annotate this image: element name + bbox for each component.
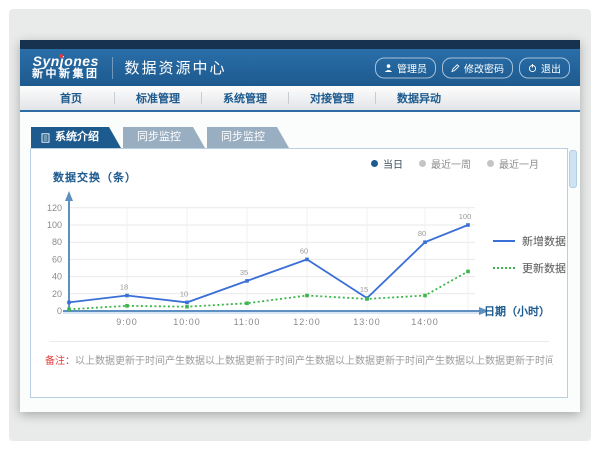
legend-update-data-label: 更新数据 — [522, 260, 566, 276]
svg-text:18: 18 — [120, 283, 128, 292]
legend-update-data[interactable]: 更新数据 — [493, 260, 566, 276]
logout-label: 退出 — [541, 60, 561, 75]
app-title: 数据资源中心 — [125, 57, 227, 78]
legend-new-data-label: 新增数据 — [522, 233, 566, 249]
main-nav: 首页 标准管理 系统管理 对接管理 数据异动 — [20, 86, 580, 112]
logout-button[interactable]: 退出 — [519, 57, 570, 78]
logo-chinese-name: 新中新集团 — [32, 69, 100, 81]
tab-sync-monitor-1-label: 同步监控 — [137, 131, 181, 143]
svg-text:35: 35 — [240, 268, 248, 277]
admin-user-label: 管理员 — [397, 60, 427, 75]
tab-system-intro[interactable]: 系统介绍 — [31, 127, 121, 148]
nav-item-data-change[interactable]: 数据异动 — [376, 90, 462, 106]
document-icon — [41, 133, 50, 143]
footer-note-text: 以上数据更新于时间产生数据以上数据更新于时间产生数据以上数据更新于时间产生数据以… — [75, 356, 553, 367]
svg-text:11:00: 11:00 — [234, 317, 261, 327]
power-icon — [528, 63, 537, 72]
footer-note-prefix: 备注： — [45, 356, 75, 367]
radio-selected-icon — [371, 160, 378, 167]
dotted-line-icon — [493, 267, 515, 269]
company-logo: Synjones 新中新集团 — [32, 54, 100, 80]
radio-unselected-icon — [419, 160, 426, 167]
svg-text:0: 0 — [57, 306, 62, 316]
svg-text:15: 15 — [360, 285, 368, 294]
tab-sync-monitor-2-label: 同步监控 — [221, 131, 265, 143]
svg-text:80: 80 — [418, 229, 426, 238]
user-icon — [384, 63, 393, 72]
nav-item-interface-management[interactable]: 对接管理 — [289, 90, 375, 106]
svg-text:80: 80 — [52, 237, 62, 247]
tab-bar: 系统介绍 同步监控 同步监控 — [31, 127, 289, 148]
note-divider — [49, 341, 549, 342]
x-axis-label: 日期（小时） — [484, 303, 550, 319]
nav-item-system-management[interactable]: 系统管理 — [202, 90, 288, 106]
time-range-filter: 当日 最近一周 最近一月 — [371, 156, 539, 171]
nav-item-home[interactable]: 首页 — [28, 90, 114, 106]
chart-legend: 新增数据 更新数据 — [493, 233, 566, 287]
top-strip — [20, 40, 580, 49]
header-actions: 管理员 修改密码 退出 — [375, 57, 570, 78]
radio-today-label: 当日 — [383, 156, 403, 171]
app-window: Synjones 新中新集团 数据资源中心 管理员 修改密码 — [20, 40, 580, 412]
svg-text:14:00: 14:00 — [411, 317, 439, 327]
chart-panel: 当日 最近一周 最近一月 数据交换（条） 0 20 40 60 80 100 120 9:00… — [30, 148, 568, 398]
tab-sync-monitor-1[interactable]: 同步监控 — [123, 127, 205, 148]
change-password-button[interactable]: 修改密码 — [442, 57, 513, 78]
change-password-label: 修改密码 — [464, 60, 504, 75]
radio-today[interactable]: 当日 — [371, 156, 403, 171]
svg-text:120: 120 — [47, 203, 62, 213]
admin-user-button[interactable]: 管理员 — [375, 57, 436, 78]
tab-system-intro-label: 系统介绍 — [55, 127, 99, 148]
app-header: Synjones 新中新集团 数据资源中心 管理员 修改密码 — [20, 49, 580, 86]
radio-last-month[interactable]: 最近一月 — [487, 156, 539, 171]
svg-text:10: 10 — [180, 289, 188, 298]
y-axis-label: 数据交换（条） — [53, 169, 137, 185]
logo-name: Synjones — [32, 54, 100, 69]
legend-new-data[interactable]: 新增数据 — [493, 233, 566, 249]
tab-sync-monitor-2[interactable]: 同步监控 — [207, 127, 289, 148]
svg-text:60: 60 — [52, 254, 62, 264]
radio-unselected-icon — [487, 160, 494, 167]
svg-text:60: 60 — [300, 246, 308, 255]
header-divider — [112, 57, 113, 79]
nav-item-standard-management[interactable]: 标准管理 — [115, 90, 201, 106]
svg-text:100: 100 — [47, 220, 62, 230]
svg-text:10:00: 10:00 — [173, 317, 201, 327]
scrollbar-thumb[interactable] — [569, 150, 577, 188]
svg-text:20: 20 — [52, 289, 62, 299]
footer-note: 备注：以上数据更新于时间产生数据以上数据更新于时间产生数据以上数据更新于时间产生… — [45, 352, 553, 367]
edit-icon — [451, 63, 460, 72]
svg-text:100: 100 — [459, 212, 472, 221]
svg-text:9:00: 9:00 — [116, 317, 138, 327]
radio-last-week-label: 最近一周 — [431, 156, 471, 171]
svg-text:13:00: 13:00 — [353, 317, 381, 327]
solid-line-icon — [493, 240, 515, 242]
svg-text:12:00: 12:00 — [293, 317, 321, 327]
svg-text:40: 40 — [52, 272, 62, 282]
content-area: 系统介绍 同步监控 同步监控 当日 最近一周 — [20, 112, 580, 412]
radio-last-month-label: 最近一月 — [499, 156, 539, 171]
radio-last-week[interactable]: 最近一周 — [419, 156, 471, 171]
